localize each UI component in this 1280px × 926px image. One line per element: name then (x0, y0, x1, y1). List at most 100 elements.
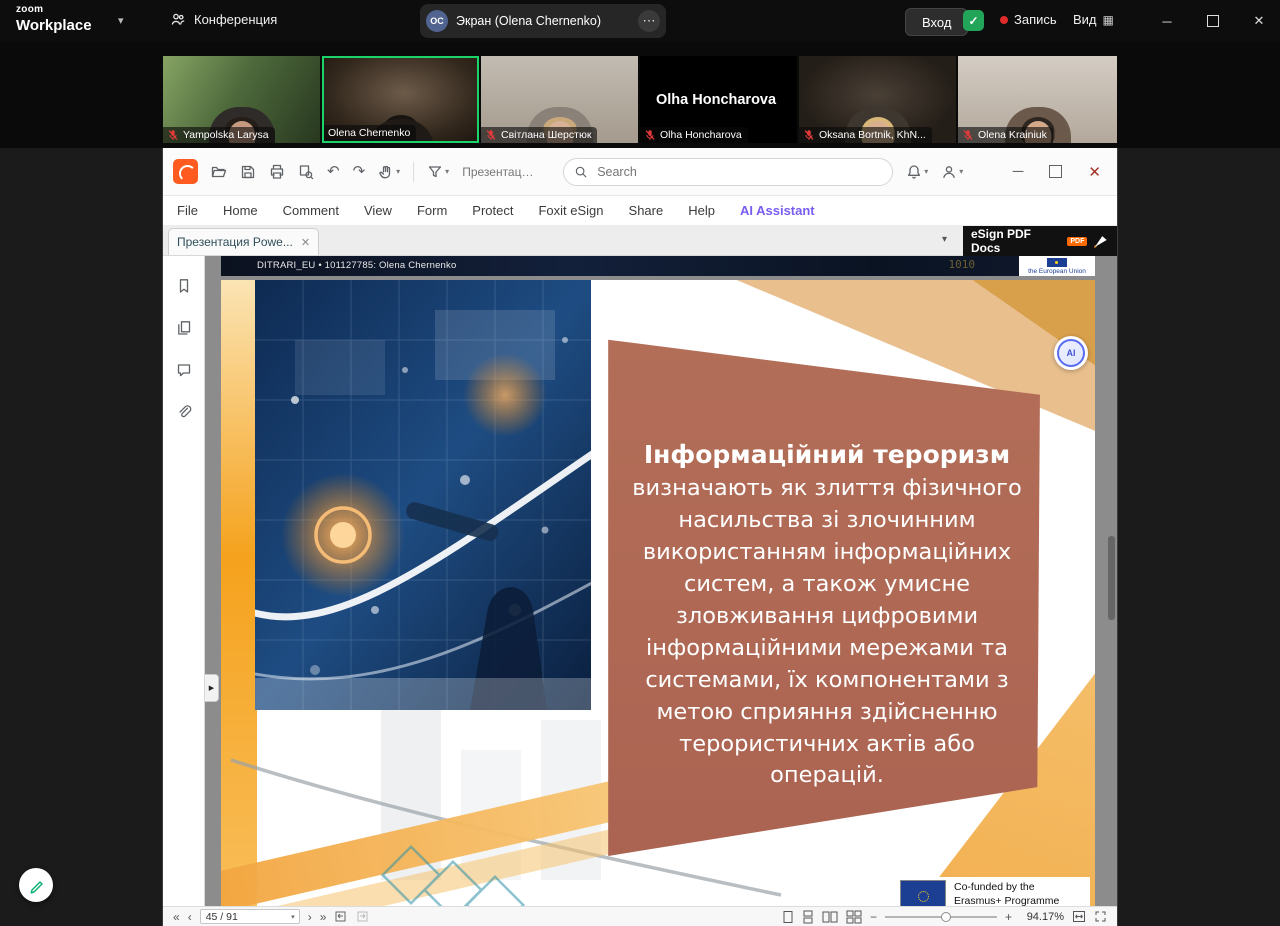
chevron-down-icon: ▾ (924, 167, 928, 176)
recording-indicator[interactable]: Запись (1000, 12, 1057, 27)
menu-share[interactable]: Share (629, 203, 664, 218)
ai-assistant-floating-button[interactable]: AI (1054, 336, 1088, 370)
window-maximize-button[interactable] (1196, 0, 1230, 42)
hand-tool-icon (378, 164, 394, 180)
view-button[interactable]: Вид ▦ (1073, 12, 1114, 27)
window-close-button[interactable]: ✕ (1242, 0, 1276, 42)
meeting-menu[interactable]: Конференция (170, 11, 277, 27)
participant-tile-chernenko-active[interactable]: Olena Chernenko (322, 56, 479, 143)
foxit-logo-icon[interactable] (173, 159, 198, 184)
workspace-chevron-down-icon[interactable]: ▾ (118, 14, 124, 27)
bell-icon (906, 164, 922, 180)
save-button[interactable] (240, 164, 256, 180)
facing-view-icon[interactable] (822, 910, 838, 924)
zoom-annotate-button[interactable] (19, 868, 53, 902)
zoom-title-bar: zoom Workplace ▾ Конференция ОС Экран (O… (0, 0, 1280, 42)
foxit-maximize-button[interactable] (1049, 165, 1062, 178)
notifications-button[interactable]: ▾ (906, 164, 928, 180)
binary-decoration: 1010 (949, 258, 976, 271)
participant-tile-krainiuk[interactable]: Olena Krainiuk (958, 56, 1117, 143)
window-minimize-button[interactable]: ─ (1150, 0, 1184, 42)
menu-view[interactable]: View (364, 203, 392, 218)
tab-list-chevron-icon[interactable]: ▾ (942, 234, 947, 245)
menu-help[interactable]: Help (688, 203, 715, 218)
eu-flag-icon (1047, 258, 1067, 267)
hand-tool-button[interactable]: ▾ (378, 164, 400, 180)
vertical-scrollbar[interactable] (1108, 536, 1115, 620)
menu-home[interactable]: Home (223, 203, 258, 218)
redo-button[interactable]: ↷ (353, 164, 366, 179)
bookmarks-panel-icon[interactable] (176, 278, 192, 294)
chevron-down-icon: ▾ (291, 913, 299, 921)
document-tab[interactable]: Презентация Powe... ✕ (168, 228, 319, 255)
search-input[interactable] (595, 164, 882, 180)
menu-foxit-esign[interactable]: Foxit eSign (538, 203, 603, 218)
first-page-button[interactable]: « (173, 911, 180, 923)
print-preview-button[interactable] (298, 164, 314, 180)
foxit-close-button[interactable]: ✕ (1088, 163, 1101, 181)
meeting-label: Конференция (194, 12, 277, 27)
menu-protect[interactable]: Protect (472, 203, 513, 218)
slide-page-45: Інформаційний тероризм визначають як зли… (221, 280, 1095, 906)
single-page-view-icon[interactable] (782, 910, 794, 924)
page-canvas[interactable]: DITRARI_EU • 101127785: Olena Chernenko … (205, 256, 1117, 906)
quick-doc-label[interactable]: Презентаци... (462, 165, 536, 179)
participant-tile-honcharova[interactable]: Olha Honcharova Olha Honcharova (640, 56, 797, 143)
search-box[interactable] (563, 158, 893, 186)
pencil-icon (28, 877, 45, 894)
facing-continuous-view-icon[interactable] (846, 910, 862, 924)
shared-screen-tab[interactable]: ОС Экран (Olena Chernenko) ⋯ (420, 4, 666, 38)
logo-workplace-text: Workplace (16, 18, 92, 33)
esign-promo-banner[interactable]: eSign PDF Docs PDF (963, 226, 1117, 256)
continuous-view-icon[interactable] (802, 910, 814, 924)
view-grid-icon: ▦ (1103, 13, 1114, 27)
document-area: ▶ DITRARI_EU • 101127785: Olena Chernenk… (163, 256, 1117, 906)
zoom-out-button[interactable]: − (870, 911, 877, 923)
menu-ai-assistant[interactable]: AI Assistant (740, 203, 815, 218)
last-page-button[interactable]: » (320, 911, 327, 923)
participant-tile-bortnik[interactable]: Oksana Bortnik, KhN... (799, 56, 956, 143)
fit-width-button[interactable] (1072, 910, 1086, 923)
open-file-button[interactable] (211, 164, 227, 180)
annotate-tool-button[interactable]: ▾ (427, 164, 449, 180)
zoom-level-value[interactable]: 94.17% (1020, 911, 1064, 923)
participant-name: Світлана Шерстюк (501, 129, 591, 141)
share-tab-more-icon[interactable]: ⋯ (638, 10, 660, 32)
zoom-slider-thumb[interactable] (941, 912, 951, 922)
foxit-pdf-window: ↶ ↷ ▾ ▾ Презентаци... ▾ ▾ (163, 148, 1117, 926)
participant-name-label: Світлана Шерстюк (481, 127, 597, 143)
participant-tile-yampolska[interactable]: Yampolska Larysa (163, 56, 320, 143)
mic-muted-icon (167, 129, 179, 141)
undo-button[interactable]: ↶ (327, 164, 340, 179)
pages-panel-icon[interactable] (176, 320, 192, 336)
participant-name: Oksana Bortnik, KhN... (819, 129, 926, 141)
account-button[interactable]: ▾ (941, 164, 963, 180)
slide-body: визначають як злиття фізичного насильств… (623, 473, 1031, 792)
sidebar-expand-handle[interactable]: ▶ (205, 674, 219, 702)
slide-photo-collage (255, 280, 591, 710)
previous-view-button[interactable] (334, 910, 348, 923)
next-page-button[interactable]: › (308, 911, 312, 923)
menu-form[interactable]: Form (417, 203, 447, 218)
slide-title: Інформаційний тероризм (623, 440, 1031, 469)
security-shield-icon[interactable]: ✓ (963, 10, 984, 31)
page-number-select[interactable]: 45 / 91 ▾ (200, 909, 300, 924)
next-view-button[interactable] (356, 910, 370, 923)
mic-muted-icon (962, 129, 974, 141)
attachments-panel-icon[interactable] (176, 404, 192, 420)
zoom-slider[interactable] (885, 912, 997, 922)
previous-page-button[interactable]: ‹ (188, 911, 192, 923)
comments-panel-icon[interactable] (176, 362, 192, 378)
foxit-minimize-button[interactable]: ─ (1013, 164, 1024, 179)
zoom-in-button[interactable]: + (1005, 911, 1012, 923)
fullscreen-button[interactable] (1094, 910, 1107, 923)
tab-close-icon[interactable]: ✕ (301, 236, 310, 249)
menu-file[interactable]: File (177, 203, 198, 218)
participant-tile-sherstiuk[interactable]: Світлана Шерстюк (481, 56, 638, 143)
signin-button[interactable]: Вход (905, 8, 968, 36)
menu-comment[interactable]: Comment (283, 203, 339, 218)
cofunded-line1: Co-funded by the (954, 881, 1059, 895)
chevron-down-icon: ▾ (959, 167, 963, 176)
print-button[interactable] (269, 164, 285, 180)
participant-name-label: Oksana Bortnik, KhN... (799, 127, 932, 143)
